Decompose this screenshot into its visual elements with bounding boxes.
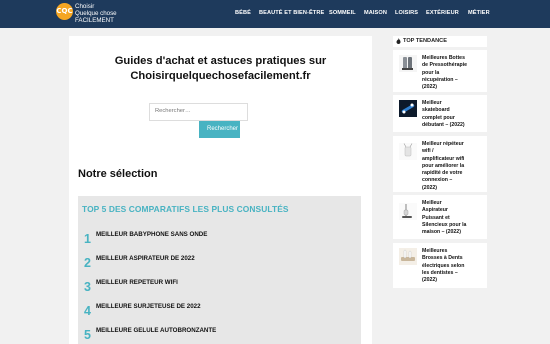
trend-line: Meilleures Bottes — [422, 55, 465, 61]
toothbrush-image[interactable] — [399, 248, 417, 265]
logo-line-3: FACILEMENT — [75, 17, 114, 24]
sidebar-title: TOP TENDANCE — [403, 38, 447, 44]
vacuum-image[interactable] — [399, 203, 417, 220]
trend-line: complet pour — [422, 114, 455, 121]
logo-line-1: Choisir — [75, 3, 95, 10]
list-item-number: 3 — [84, 280, 91, 294]
list-item[interactable]: 4 MEILLEURE SURJETEUSE DE 2022 — [84, 302, 354, 324]
trend-line: les dentistes – — [422, 269, 458, 276]
logo-badge: CQC — [56, 3, 73, 20]
main-content: Guides d'achat et astuces pratiques sur … — [69, 36, 372, 344]
list-item[interactable]: 3 MEILLEUR REPETEUR WIFI — [84, 278, 354, 300]
trend-card[interactable]: Meilleur skateboard complet pour débutan… — [393, 95, 487, 132]
nav-loisirs[interactable]: LOISIRS — [395, 10, 418, 16]
trend-line: Meilleur — [422, 200, 442, 206]
top5-box: TOP 5 DES COMPARATIFS LES PLUS CONSULTÉS… — [78, 196, 361, 344]
list-item-number: 5 — [84, 328, 91, 342]
sidebar-header: TOP TENDANCE — [393, 36, 487, 47]
trend-line: Silencieux pour la — [422, 221, 467, 228]
list-item-link[interactable]: MEILLEURE SURJETEUSE DE 2022 — [96, 303, 201, 310]
trend-card[interactable]: Meilleur répéteur wifi / amplificateur w… — [393, 136, 487, 192]
wifi-repeater-image[interactable] — [399, 143, 417, 160]
trend-line: pour améliorer la — [422, 162, 465, 169]
list-item-number: 2 — [84, 256, 91, 270]
trend-line: récupération – — [422, 76, 458, 83]
list-item-number: 4 — [84, 304, 91, 318]
trend-card[interactable]: Meilleures Bottes de Pressothérapie pour… — [393, 50, 487, 92]
nav-maison[interactable]: MAISON — [364, 10, 387, 16]
nav-bebe[interactable]: BÉBÉ — [235, 10, 251, 16]
list-item[interactable]: 2 MEILLEUR ASPIRATEUR DE 2022 — [84, 254, 354, 276]
search-button[interactable]: Rechercher — [199, 121, 240, 138]
logo-line-2: Quelque chose — [75, 10, 117, 17]
list-item[interactable]: 1 MEILLEUR BABYPHONE SANS ONDE — [84, 230, 354, 252]
trend-line: (2022) — [422, 184, 437, 191]
trend-line: Aspirateur — [422, 207, 448, 214]
nav-beaute[interactable]: BEAUTÉ ET BIEN-ÊTRE — [259, 10, 324, 16]
trend-line: maison – (2022) — [422, 229, 461, 236]
site-logo[interactable]: CQC Choisir Quelque chose FACILEMENT — [56, 3, 168, 27]
trend-line: débutant – (2022) — [422, 121, 465, 128]
nav-exterieur[interactable]: EXTÉRIEUR — [426, 10, 459, 16]
headline-line-1: Guides d'achat et astuces pratiques sur — [114, 55, 327, 67]
trend-line: skateboard — [422, 107, 450, 114]
trend-line: Brosses à Dents — [422, 255, 463, 262]
list-item-link[interactable]: MEILLEURE GELULE AUTOBRONZANTE — [96, 327, 216, 334]
trend-line: amplificateur wifi — [422, 155, 465, 162]
site-header: CQC Choisir Quelque chose FACILEMENT BÉB… — [0, 0, 550, 28]
list-item-link[interactable]: MEILLEUR ASPIRATEUR DE 2022 — [96, 255, 195, 262]
list-item-link[interactable]: MEILLEUR BABYPHONE SANS ONDE — [96, 231, 207, 238]
trend-line: (2022) — [422, 84, 437, 91]
trend-line: de Pressothérapie — [422, 62, 467, 69]
trend-line: pour la — [422, 69, 440, 76]
trend-card-title[interactable]: Meilleur Aspirateur Puissant et Silencie… — [422, 200, 484, 236]
page-headline: Guides d'achat et astuces pratiques sur … — [69, 54, 372, 84]
search-input[interactable]: Rechercher… — [149, 103, 248, 121]
trend-card-title[interactable]: Meilleur répéteur wifi / amplificateur w… — [422, 141, 484, 192]
trend-card[interactable]: Meilleur Aspirateur Puissant et Silencie… — [393, 195, 487, 239]
headline-line-2: Choisirquelquechosefacilement.fr — [130, 70, 311, 82]
trend-line: connexion – — [422, 177, 453, 184]
trend-card-title[interactable]: Meilleures Bottes de Pressothérapie pour… — [422, 55, 484, 91]
selection-title: Notre sélection — [78, 168, 158, 180]
list-item-link[interactable]: MEILLEUR REPETEUR WIFI — [96, 279, 178, 286]
trend-line: Meilleur répéteur — [422, 141, 464, 147]
trend-card-title[interactable]: Meilleures Brosses à Dents électriques s… — [422, 248, 484, 284]
skateboard-image[interactable] — [399, 100, 417, 117]
trend-card[interactable]: Meilleures Brosses à Dents électriques s… — [393, 243, 487, 288]
trend-line: électriques selon — [422, 262, 465, 269]
trend-line: rapidité de votre — [422, 170, 463, 177]
list-item[interactable]: 5 MEILLEURE GELULE AUTOBRONZANTE — [84, 326, 354, 344]
top5-title: TOP 5 DES COMPARATIFS LES PLUS CONSULTÉS — [82, 204, 289, 214]
trend-line: wifi / — [422, 148, 434, 155]
logo-text: Choisir Quelque chose FACILEMENT — [75, 3, 117, 24]
fire-icon — [396, 38, 401, 44]
trend-line: Puissant et — [422, 214, 450, 221]
list-item-number: 1 — [84, 232, 91, 246]
trend-line: Meilleures — [422, 248, 448, 254]
trend-card-title[interactable]: Meilleur skateboard complet pour débutan… — [422, 100, 484, 129]
nav-sommeil[interactable]: SOMMEIL — [329, 10, 356, 16]
trend-line: Meilleur — [422, 100, 442, 106]
nav-metier[interactable]: MÉTIER — [468, 10, 490, 16]
compression-boots-image[interactable] — [399, 55, 417, 72]
trend-line: (2022) — [422, 277, 437, 284]
